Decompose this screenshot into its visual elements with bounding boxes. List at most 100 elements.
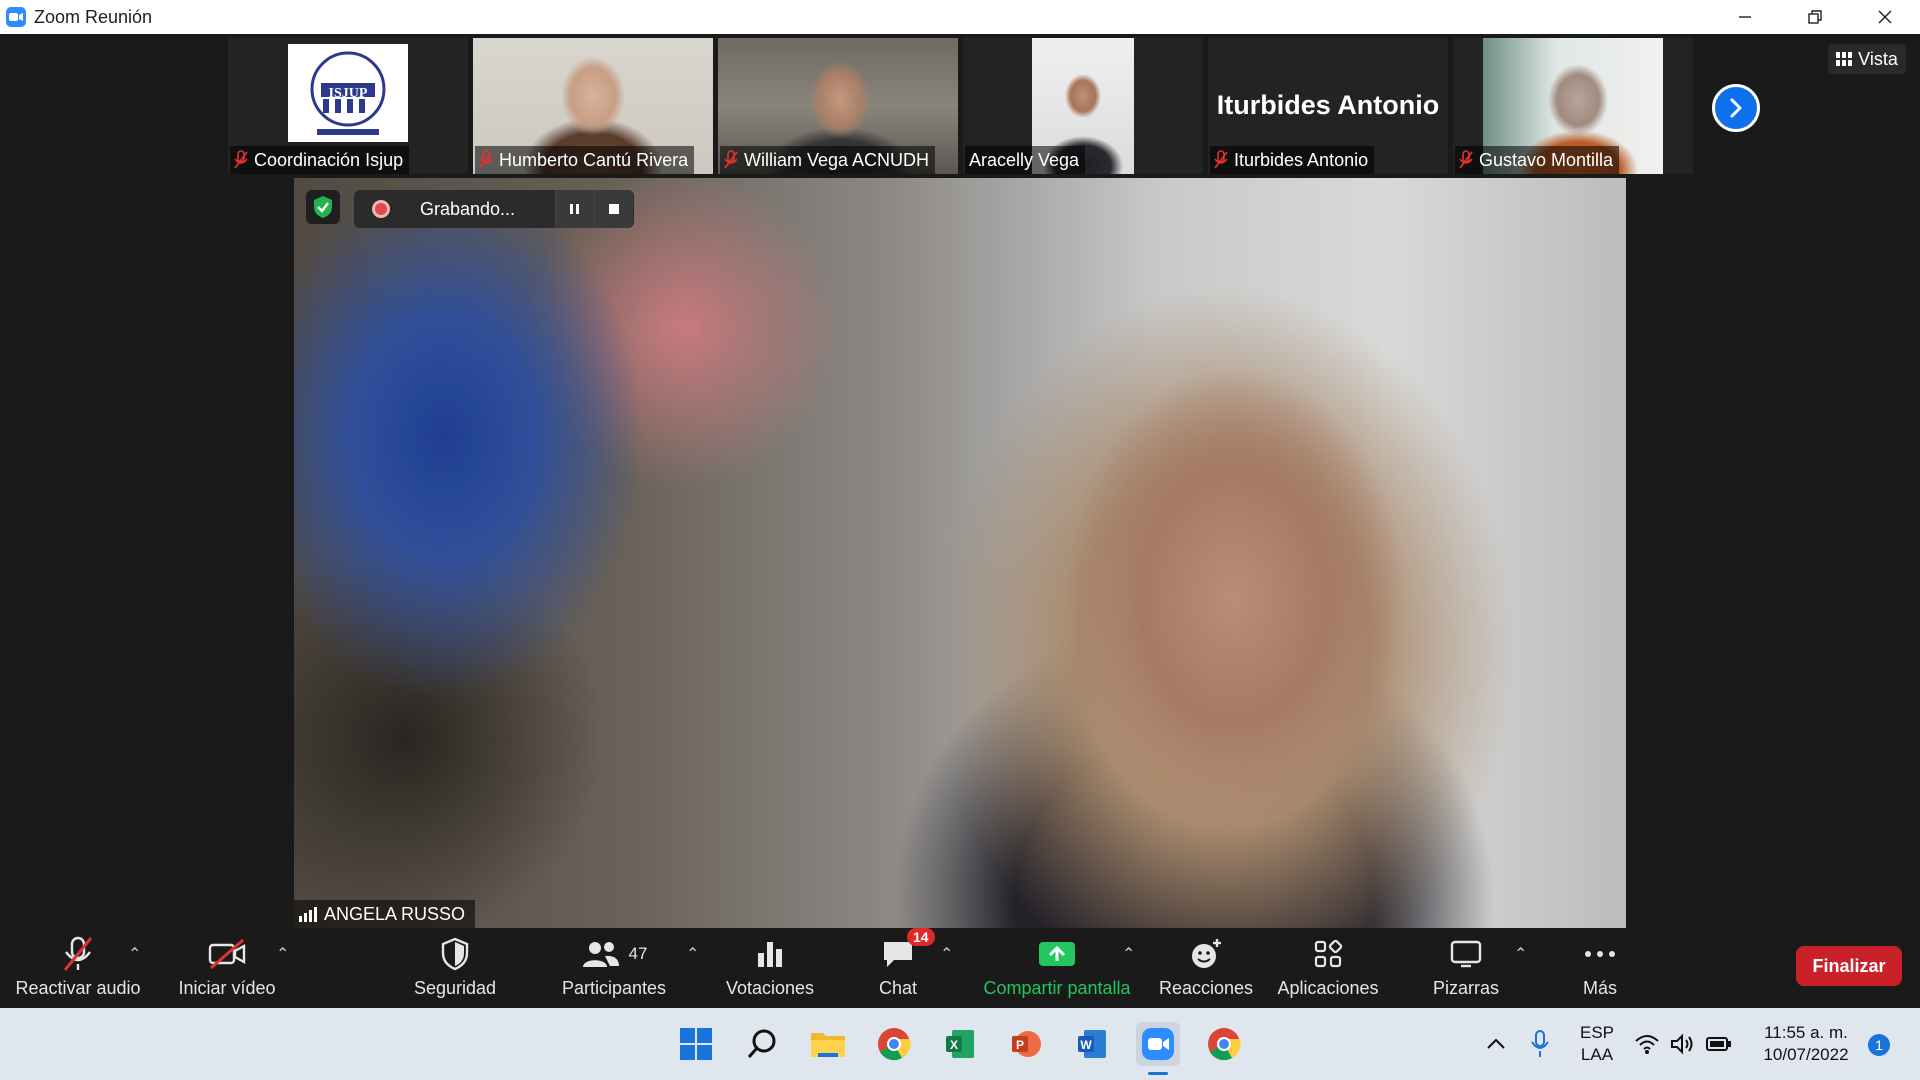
pause-recording-button[interactable] <box>555 190 594 228</box>
participant-tile[interactable]: William Vega ACNUDH <box>718 38 958 174</box>
keyboard-layout: LAA <box>1580 1045 1614 1064</box>
chat-button[interactable]: 14 Chat <box>866 928 935 1004</box>
signal-strength-icon <box>299 907 317 922</box>
next-page-button[interactable] <box>1712 84 1760 132</box>
chat-unread-badge: 14 <box>907 928 935 946</box>
clock[interactable]: 11:55 a. m. 10/07/2022 <box>1746 1022 1866 1066</box>
participant-name: Coordinación Isjup <box>254 149 404 170</box>
end-meeting-button[interactable]: Finalizar <box>1796 946 1902 986</box>
isjup-logo-text: ISJUP <box>328 86 368 101</box>
chrome-icon[interactable] <box>872 1022 916 1066</box>
participant-tile[interactable]: Iturbides Antonio Iturbides Antonio <box>1208 38 1448 174</box>
unmute-audio-button[interactable]: Reactivar audio <box>12 934 144 1004</box>
mic-muted-icon <box>61 934 95 974</box>
participant-name-bar: Iturbides Antonio <box>1210 146 1375 174</box>
mic-muted-icon <box>234 150 248 170</box>
recording-indicator: Grabando... <box>354 190 634 228</box>
apps-button[interactable]: Aplicaciones <box>1272 934 1384 1004</box>
video-off-icon <box>207 934 247 974</box>
word-icon[interactable]: W <box>1070 1022 1114 1066</box>
svg-text:X: X <box>950 1038 958 1052</box>
mic-muted-icon <box>479 150 493 170</box>
participant-tile[interactable]: Aracelly Vega <box>963 38 1203 174</box>
excel-icon[interactable]: X <box>938 1022 982 1066</box>
title-bar: Zoom Reunión <box>0 0 1920 34</box>
participant-name-bar: William Vega ACNUDH <box>720 146 936 174</box>
participant-tile[interactable]: ISJUP Coordinación Isjup <box>228 38 468 174</box>
polls-button[interactable]: Votaciones <box>722 934 818 1004</box>
minimize-button[interactable] <box>1710 0 1780 34</box>
participant-display-name: Iturbides Antonio <box>1216 90 1440 120</box>
apps-label: Aplicaciones <box>1277 978 1379 998</box>
share-screen-label: Compartir pantalla <box>983 978 1131 998</box>
more-label: Más <box>1582 978 1617 998</box>
participants-options-caret[interactable]: ⌃ <box>686 944 699 964</box>
zoom-app-icon <box>6 7 26 27</box>
restore-button[interactable] <box>1780 0 1850 34</box>
video-options-caret[interactable]: ⌃ <box>276 944 289 964</box>
recording-dot-icon <box>372 200 390 218</box>
whiteboards-options-caret[interactable]: ⌃ <box>1514 944 1527 964</box>
view-button[interactable]: Vista <box>1828 44 1906 74</box>
mic-muted-icon <box>1214 150 1228 170</box>
meeting-controls: Reactivar audio ⌃ Iniciar vídeo ⌃ Seguri… <box>0 928 1920 1008</box>
whiteboards-label: Pizarras <box>1432 978 1499 998</box>
language-code: ESP <box>1579 1023 1615 1042</box>
participant-name-bar: Coordinación Isjup <box>230 146 410 174</box>
chat-options-caret[interactable]: ⌃ <box>940 944 953 964</box>
isjup-logo: ISJUP <box>288 44 408 142</box>
input-language[interactable]: ESP LAA <box>1572 1022 1622 1066</box>
windows-taskbar: X P W ESP LAA 11:55 a. m. 10/07/2022 1 <box>0 1008 1920 1080</box>
close-button[interactable] <box>1850 0 1920 34</box>
share-screen-icon <box>1038 934 1076 974</box>
powerpoint-icon[interactable]: P <box>1004 1022 1048 1066</box>
encryption-shield-icon[interactable] <box>306 190 340 224</box>
participant-tile[interactable]: Humberto Cantú Rivera <box>473 38 713 174</box>
more-dots-icon <box>1584 934 1616 974</box>
clock-time: 11:55 a. m. <box>1764 1023 1848 1042</box>
volume-icon[interactable] <box>1666 1022 1700 1066</box>
file-explorer-icon[interactable] <box>806 1022 850 1066</box>
audio-options-caret[interactable]: ⌃ <box>128 944 141 964</box>
security-button[interactable]: Seguridad <box>402 934 508 1004</box>
chrome-icon[interactable] <box>1202 1022 1246 1066</box>
gallery-strip: ISJUP Coordinación Isjup Humberto Cantú … <box>228 38 1693 174</box>
reactions-button[interactable]: Reacciones <box>1154 934 1258 1004</box>
bar-chart-icon <box>755 934 785 974</box>
recording-label: Grabando... <box>420 198 516 219</box>
chat-label: Chat <box>878 978 918 998</box>
notification-badge[interactable]: 1 <box>1868 1034 1890 1056</box>
smiley-icon <box>1189 934 1223 974</box>
meeting-area: ISJUP Coordinación Isjup Humberto Cantú … <box>0 34 1920 1008</box>
active-app-indicator <box>1148 1072 1168 1075</box>
search-icon[interactable] <box>740 1022 784 1066</box>
participant-name-bar: Gustavo Montilla <box>1455 146 1620 174</box>
participant-name: Aracelly Vega <box>969 149 1080 170</box>
svg-text:W: W <box>1080 1038 1092 1052</box>
active-speaker-name-bar: ANGELA RUSSO <box>294 900 476 928</box>
battery-icon[interactable] <box>1702 1022 1736 1066</box>
start-video-button[interactable]: Iniciar vídeo <box>164 934 290 1004</box>
participant-name: Iturbides Antonio <box>1234 149 1369 170</box>
whiteboards-button[interactable]: Pizarras <box>1420 934 1512 1004</box>
microphone-icon[interactable] <box>1518 1022 1562 1066</box>
svg-text:P: P <box>1016 1038 1024 1052</box>
participant-name: Humberto Cantú Rivera <box>499 149 689 170</box>
chevron-up-icon[interactable] <box>1474 1022 1518 1066</box>
participant-name-bar: Humberto Cantú Rivera <box>475 146 695 174</box>
windows-start-icon[interactable] <box>674 1022 718 1066</box>
start-video-label: Iniciar vídeo <box>178 978 276 998</box>
share-options-caret[interactable]: ⌃ <box>1122 944 1135 964</box>
participants-count: 47 <box>628 944 648 963</box>
more-button[interactable]: Más <box>1560 934 1640 1004</box>
participant-tile[interactable]: Gustavo Montilla <box>1453 38 1693 174</box>
window-title: Zoom Reunión <box>34 6 153 27</box>
stop-recording-button[interactable] <box>594 190 633 228</box>
unmute-audio-label: Reactivar audio <box>15 978 141 998</box>
participants-button[interactable]: 47 Participantes <box>556 934 672 1004</box>
share-screen-button[interactable]: Compartir pantalla <box>974 934 1140 1004</box>
participants-icon: 47 <box>581 934 648 974</box>
zoom-taskbar-icon[interactable] <box>1136 1022 1180 1066</box>
wifi-icon[interactable] <box>1630 1022 1664 1066</box>
participants-label: Participantes <box>561 978 667 998</box>
